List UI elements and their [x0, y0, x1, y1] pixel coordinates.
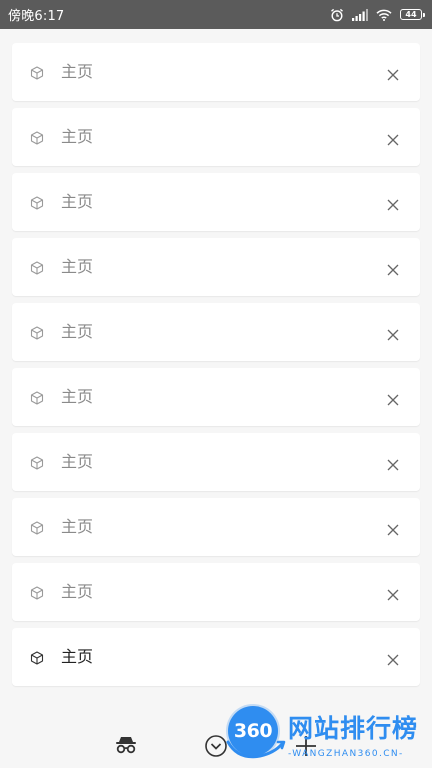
tab-title: 主页 — [61, 517, 94, 536]
wifi-icon — [376, 9, 392, 21]
cube-icon — [30, 585, 44, 600]
watermark-logo: 360 网站排行榜 -WANGZHAN360.CN- — [226, 706, 432, 768]
signal-icon — [352, 8, 368, 21]
battery-level: 44 — [405, 9, 417, 19]
tab-title: 主页 — [61, 322, 94, 341]
tab-title: 主页 — [61, 62, 94, 81]
tab-card[interactable]: 主页 — [12, 563, 420, 621]
close-icon[interactable] — [387, 261, 399, 276]
tab-title: 主页 — [61, 127, 94, 146]
tab-card[interactable]: 主页 — [12, 303, 420, 361]
tab-title: 主页 — [61, 647, 94, 666]
tab-card[interactable]: 主页 — [12, 173, 420, 231]
cube-icon — [30, 390, 44, 405]
cube-icon — [30, 520, 44, 535]
cube-icon — [30, 130, 44, 145]
tab-card[interactable]: 主页 — [12, 43, 420, 101]
tab-card[interactable]: 主页 — [12, 368, 420, 426]
alarm-icon — [330, 8, 344, 22]
tab-card[interactable]: 主页 — [12, 108, 420, 166]
watermark-subtitle: -WANGZHAN360.CN- — [288, 749, 404, 759]
watermark-badge: 360 — [228, 706, 278, 756]
tab-card[interactable]: 主页 — [12, 433, 420, 491]
cube-icon — [30, 65, 44, 80]
status-time: 傍晚6:17 — [8, 9, 65, 24]
tab-title: 主页 — [61, 257, 94, 276]
watermark-title: 网站排行榜 — [288, 714, 419, 743]
incognito-icon[interactable] — [114, 735, 138, 759]
cube-icon — [30, 650, 44, 665]
close-icon[interactable] — [387, 196, 399, 211]
close-icon[interactable] — [387, 521, 399, 536]
status-icons: 44 — [330, 8, 425, 22]
battery-icon: 44 — [400, 9, 425, 20]
tab-list: 主页 主页 主页 主页 主页 主页 主页 主页 主页 主页 — [12, 43, 420, 693]
close-icon[interactable] — [387, 391, 399, 406]
cube-icon — [30, 195, 44, 210]
close-icon[interactable] — [387, 651, 399, 666]
close-icon[interactable] — [387, 326, 399, 341]
tab-card[interactable]: 主页 — [12, 238, 420, 296]
close-icon[interactable] — [387, 456, 399, 471]
tab-card[interactable]: 主页 — [12, 498, 420, 556]
close-icon[interactable] — [387, 586, 399, 601]
close-icon[interactable] — [387, 66, 399, 81]
cube-icon — [30, 260, 44, 275]
tab-card[interactable]: 主页 — [12, 628, 420, 686]
status-bar: 傍晚6:17 44 — [0, 0, 432, 29]
cube-icon — [30, 325, 44, 340]
tab-title: 主页 — [61, 452, 94, 471]
tab-title: 主页 — [61, 582, 94, 601]
tab-title: 主页 — [61, 387, 94, 406]
cube-icon — [30, 455, 44, 470]
close-icon[interactable] — [387, 131, 399, 146]
collapse-tabs-icon[interactable] — [204, 734, 228, 762]
tab-title: 主页 — [61, 192, 94, 211]
